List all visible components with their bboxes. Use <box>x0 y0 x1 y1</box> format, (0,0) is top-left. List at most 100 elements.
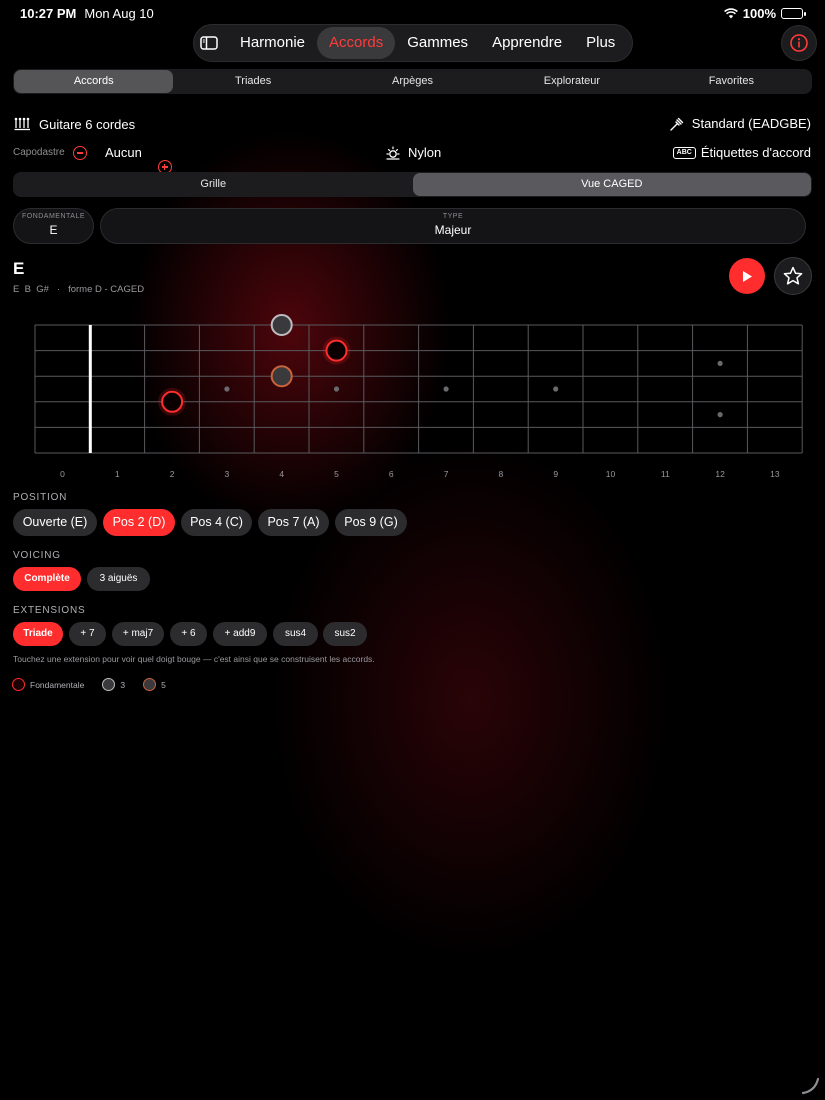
string-type-label: Nylon <box>408 145 442 160</box>
info-button[interactable] <box>781 25 817 61</box>
note-marker-third <box>270 314 293 336</box>
fretboard: 0 1 2 3 4 5 6 7 8 9 10 11 12 13 <box>34 314 803 479</box>
position-ouverte-e[interactable]: Ouverte (E) <box>13 509 97 536</box>
nav-tab-accords[interactable]: Accords <box>317 27 396 59</box>
fretboard-nut <box>88 325 92 453</box>
instrument-name: Guitare 6 cordes <box>39 116 136 132</box>
star-icon <box>783 266 803 285</box>
battery-percent: 100% <box>742 6 776 21</box>
legend: Fondamentale 3 5 <box>12 678 166 691</box>
sidebar-icon <box>200 36 218 50</box>
fretboard-inlay-dot <box>717 360 723 366</box>
tuning-fork-icon <box>670 117 683 131</box>
battery-icon <box>781 8 806 19</box>
tuning-selector[interactable]: Standard (EADGBE) <box>670 116 811 131</box>
play-icon <box>743 270 752 282</box>
nylon-sun-icon <box>386 145 400 160</box>
fretboard-inlay-dot <box>333 386 340 392</box>
instrument-selector[interactable]: Guitare 6 cordes <box>14 116 135 132</box>
chord-shape: forme D - CAGED <box>68 284 145 295</box>
note-marker-fifth <box>270 365 293 388</box>
type-picker-value: Majeur <box>434 223 472 237</box>
fret-number-label: 12 <box>715 469 725 479</box>
favorite-button[interactable] <box>774 257 812 295</box>
chord-labels-toggle[interactable]: ABC Étiquettes d'accord <box>672 145 811 160</box>
status-time: 10:27 PM <box>20 6 77 21</box>
chord-info: E B G# · forme D - CAGED <box>13 284 144 295</box>
fretboard-inlay-dot <box>224 386 230 392</box>
fret-number-label: 7 <box>444 469 449 479</box>
extension-sus2[interactable]: sus2 <box>323 622 367 646</box>
sidebar-toggle-button[interactable] <box>200 28 218 58</box>
resize-handle-icon[interactable] <box>800 1076 822 1096</box>
fret-number-label: 2 <box>170 469 175 479</box>
tab-accords[interactable]: Accords <box>14 70 174 93</box>
position-pos-9-g[interactable]: Pos 9 (G) <box>335 509 407 536</box>
capo-value: Aucun <box>105 145 142 160</box>
extension-add9[interactable]: + add9 <box>213 622 267 646</box>
top-navigation: Harmonie Accords Gammes Apprendre Plus <box>193 24 633 62</box>
fretboard-inlay-dot <box>443 386 449 392</box>
tab-arpeges[interactable]: Arpèges <box>333 70 492 93</box>
fret-number-label: 11 <box>661 469 670 479</box>
nav-tab-harmonie[interactable]: Harmonie <box>228 27 317 59</box>
root-picker[interactable]: FONDAMENTALE E <box>13 208 94 244</box>
legend-fifth-label: 5 <box>161 679 166 690</box>
fretboard-inlay-dot <box>717 412 723 418</box>
fret-number-label: 6 <box>389 469 394 479</box>
fretboard-inlay-dot <box>553 386 559 392</box>
extension-triade[interactable]: Triade <box>13 622 63 646</box>
position-pos-7-a[interactable]: Pos 7 (A) <box>258 509 329 536</box>
fret-number-label: 13 <box>770 469 780 479</box>
background-glow <box>0 0 825 1100</box>
extension-sus4[interactable]: sus4 <box>273 622 318 646</box>
status-date: Mon Aug 10 <box>84 6 154 21</box>
abc-icon: ABC <box>672 146 696 159</box>
chord-info-separator: · <box>56 284 61 295</box>
chord-labels-text: Étiquettes d'accord <box>700 145 811 160</box>
position-label: POSITION <box>13 492 68 503</box>
note-marker-root <box>325 339 348 362</box>
extension-maj7[interactable]: + maj7 <box>112 622 164 646</box>
fret-number-label: 10 <box>606 469 616 479</box>
fret-number-label: 3 <box>225 469 230 479</box>
extension-6[interactable]: + 6 <box>170 622 207 646</box>
position-pos-2-d[interactable]: Pos 2 (D) <box>103 509 175 536</box>
extensions-label: EXTENSIONS <box>13 605 86 616</box>
legend-root-label: Fondamentale <box>30 679 85 690</box>
legend-fifth-dot <box>143 678 157 691</box>
nav-tab-gammes[interactable]: Gammes <box>395 27 480 59</box>
tab-explorateur[interactable]: Explorateur <box>492 70 651 93</box>
voicing-label: VOICING <box>13 550 61 561</box>
tuning-label: Standard (EADGBE) <box>691 116 811 131</box>
string-type-selector[interactable]: Nylon <box>386 145 441 160</box>
extension-7[interactable]: + 7 <box>69 622 106 646</box>
fret-number-label: 4 <box>279 469 284 479</box>
tab-grille[interactable]: Grille <box>14 173 413 196</box>
guitar-strings-icon <box>14 117 30 131</box>
voicing-complete[interactable]: Complète <box>13 567 81 591</box>
status-bar-right: 100% <box>723 6 806 21</box>
fret-number-label: 1 <box>115 469 120 479</box>
capo-decrease-button[interactable] <box>73 146 87 160</box>
status-bar-left: 10:27 PM Mon Aug 10 <box>20 6 154 21</box>
fret-number-label: 9 <box>553 469 558 479</box>
position-pos-4-c[interactable]: Pos 4 (C) <box>181 509 252 536</box>
nav-tab-plus[interactable]: Plus <box>574 27 627 59</box>
capo-label: Capodastre <box>13 147 65 158</box>
type-picker[interactable]: TYPE Majeur <box>100 208 806 244</box>
chord-notes: E B G# <box>13 284 49 295</box>
nav-tab-apprendre[interactable]: Apprendre <box>480 27 574 59</box>
fret-number-label: 8 <box>499 469 504 479</box>
voicing-3-aigues[interactable]: 3 aiguës <box>87 567 150 591</box>
note-marker-root <box>161 390 184 413</box>
chord-mode-tabs: Accords Triades Arpèges Explorateur Favo… <box>13 69 812 94</box>
root-picker-label: FONDAMENTALE <box>21 213 86 220</box>
fret-number-label: 5 <box>334 469 339 479</box>
play-button[interactable] <box>729 258 765 294</box>
tab-vue-caged[interactable]: Vue CAGED <box>412 173 811 196</box>
tab-favorites[interactable]: Favorites <box>652 70 811 93</box>
legend-third-label: 3 <box>120 679 126 690</box>
view-mode-tabs: Grille Vue CAGED <box>13 172 812 197</box>
tab-triades[interactable]: Triades <box>173 70 332 93</box>
